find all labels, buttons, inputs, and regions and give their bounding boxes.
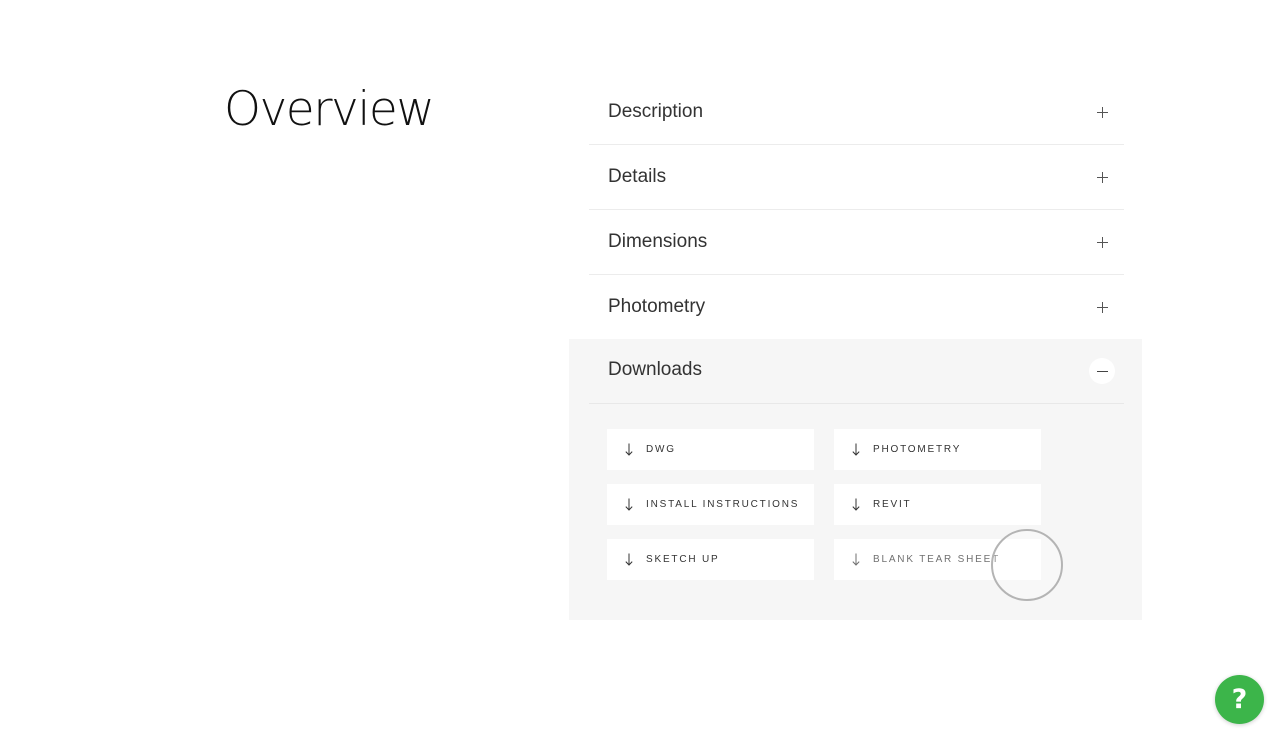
accordion-label: Details bbox=[608, 166, 667, 187]
download-label: INSTALL INSTRUCTIONS bbox=[646, 499, 800, 510]
accordion-label: Downloads bbox=[608, 359, 702, 380]
collapse-toggle[interactable] bbox=[1089, 358, 1115, 384]
expand-toggle[interactable] bbox=[1089, 99, 1115, 125]
download-photometry-button[interactable]: PHOTOMETRY bbox=[834, 429, 1041, 470]
expand-toggle[interactable] bbox=[1089, 229, 1115, 255]
accordion-label: Description bbox=[608, 101, 704, 122]
plus-icon bbox=[1096, 236, 1108, 248]
download-arrow-icon bbox=[625, 443, 633, 456]
help-icon: ? bbox=[1231, 684, 1248, 715]
download-arrow-icon bbox=[852, 498, 860, 511]
help-button[interactable]: ? bbox=[1215, 675, 1264, 724]
download-arrow-icon bbox=[625, 553, 633, 566]
plus-icon bbox=[1096, 171, 1108, 183]
download-install-instructions-button[interactable]: INSTALL INSTRUCTIONS bbox=[607, 484, 814, 525]
download-arrow-icon bbox=[852, 553, 860, 566]
download-blank-tear-sheet-button[interactable]: BLANK TEAR SHEET bbox=[834, 539, 1041, 580]
download-arrow-icon bbox=[625, 498, 633, 511]
download-label: BLANK TEAR SHEET bbox=[873, 554, 1000, 565]
page-title: Overview bbox=[224, 82, 435, 137]
accordion-item-downloads[interactable]: Downloads bbox=[589, 339, 1124, 404]
downloads-panel: Downloads DWG PHOTOMETRY INSTALL INSTRUC… bbox=[569, 339, 1142, 620]
download-label: REVIT bbox=[873, 499, 912, 510]
download-label: DWG bbox=[646, 444, 676, 455]
accordion-label: Dimensions bbox=[608, 231, 708, 252]
download-label: SKETCH UP bbox=[646, 554, 720, 565]
accordion-item-description[interactable]: Description bbox=[589, 80, 1124, 145]
accordion-label: Photometry bbox=[608, 296, 706, 317]
download-dwg-button[interactable]: DWG bbox=[607, 429, 814, 470]
expand-toggle[interactable] bbox=[1089, 164, 1115, 190]
accordion-item-details[interactable]: Details bbox=[589, 145, 1124, 210]
page: Overview Description Details Dimensions … bbox=[0, 0, 1280, 735]
download-sketch-up-button[interactable]: SKETCH UP bbox=[607, 539, 814, 580]
accordion-item-dimensions[interactable]: Dimensions bbox=[589, 210, 1124, 275]
overview-accordion: Description Details Dimensions Photometr… bbox=[589, 80, 1124, 340]
minus-icon bbox=[1096, 370, 1108, 372]
accordion-item-photometry[interactable]: Photometry bbox=[589, 275, 1124, 340]
download-revit-button[interactable]: REVIT bbox=[834, 484, 1041, 525]
expand-toggle[interactable] bbox=[1089, 294, 1115, 320]
plus-icon bbox=[1096, 301, 1108, 313]
plus-icon bbox=[1096, 106, 1108, 118]
download-label: PHOTOMETRY bbox=[873, 444, 962, 455]
download-arrow-icon bbox=[852, 443, 860, 456]
